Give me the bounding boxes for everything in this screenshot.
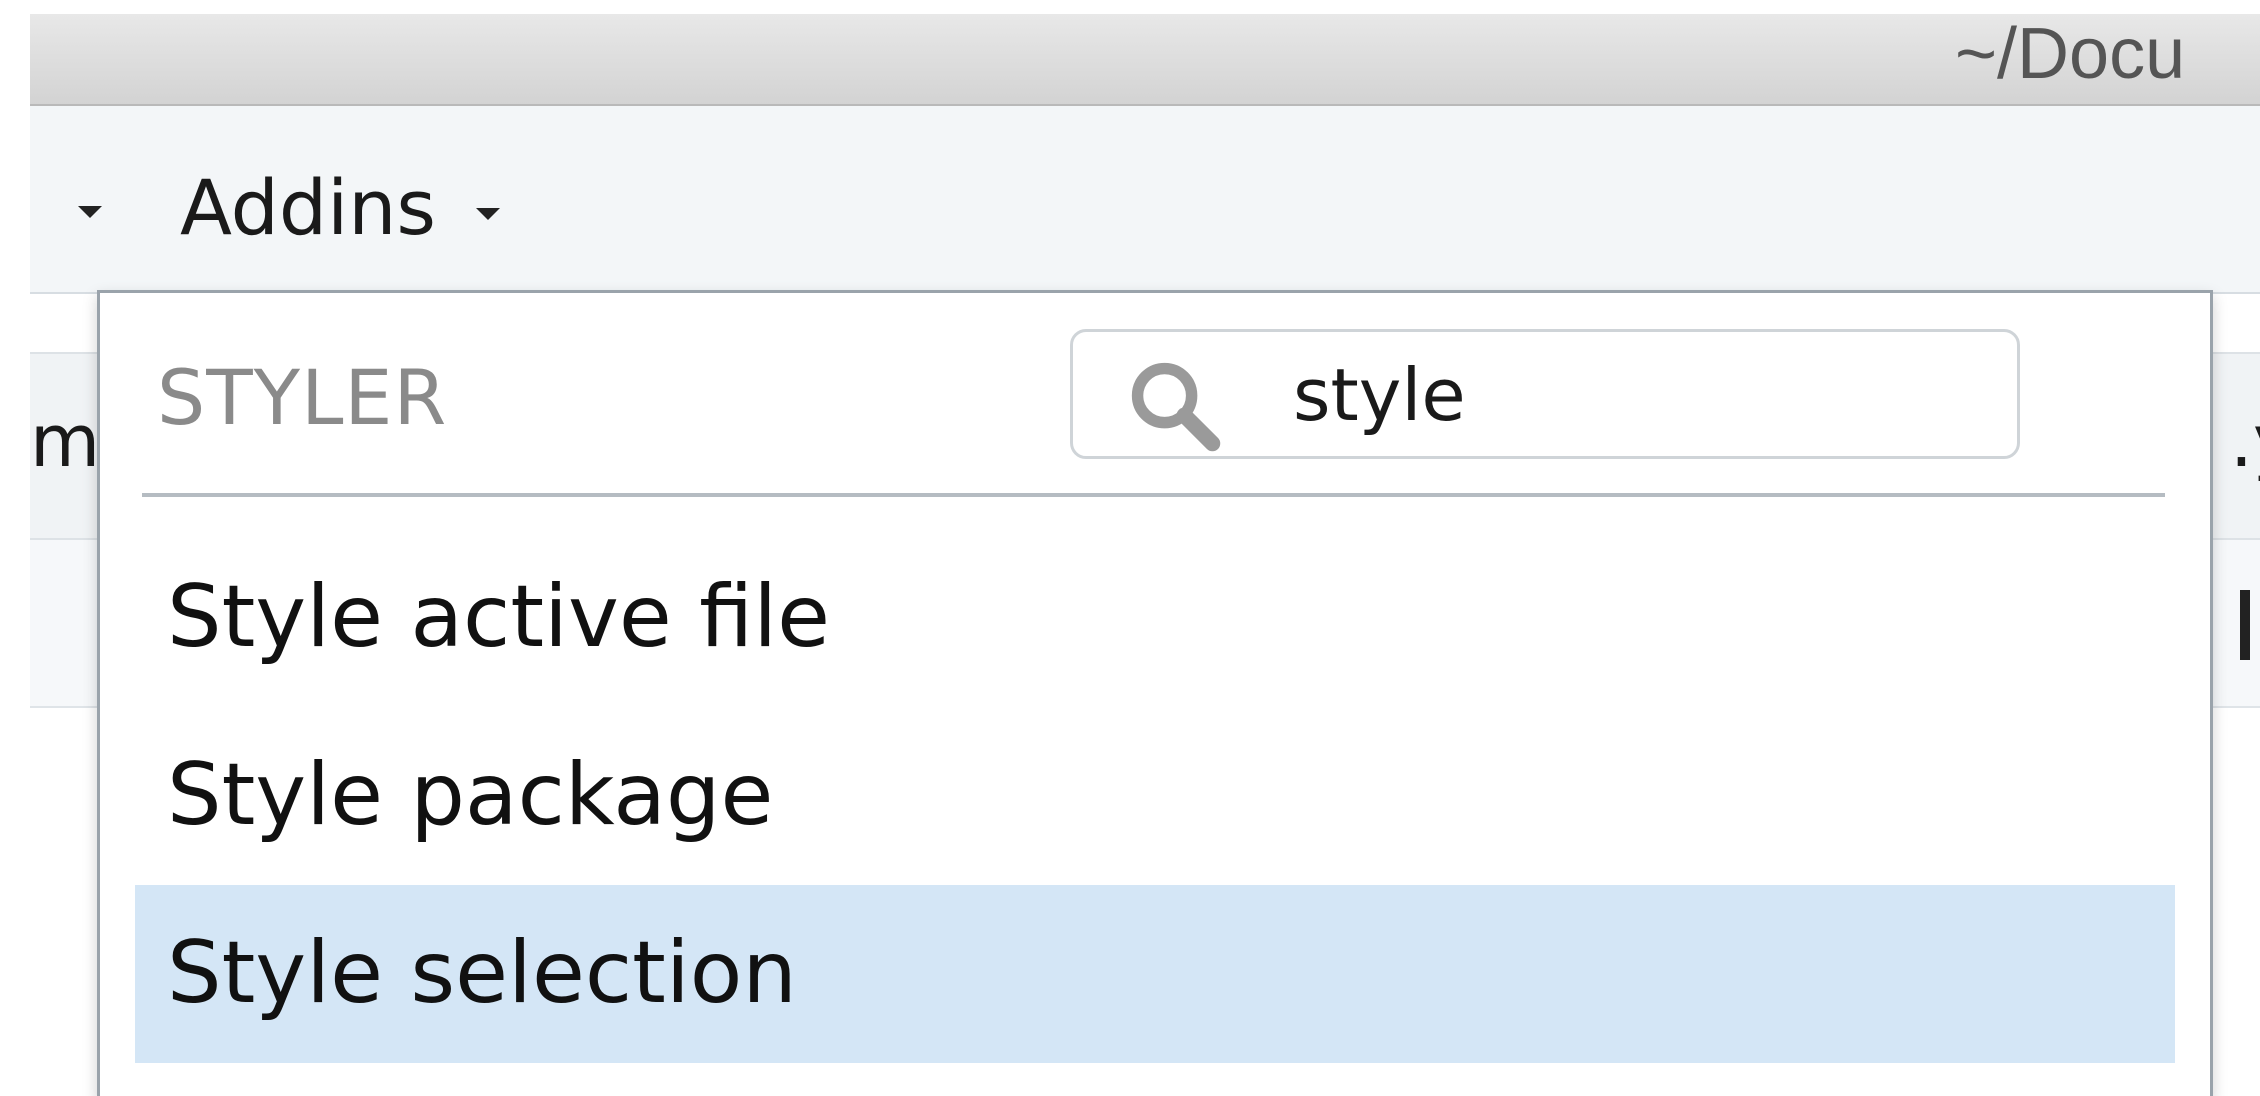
chevron-down-icon — [476, 208, 501, 220]
menu-group-header: STYLER — [157, 353, 448, 442]
menu-item-label: Style active file — [167, 567, 831, 667]
search-input[interactable] — [1293, 350, 1973, 440]
addins-label: Addins — [180, 163, 437, 252]
addins-dropdown-menu: STYLER Style active file Style package S… — [97, 290, 2213, 1096]
chevron-down-icon[interactable] — [78, 206, 102, 218]
addins-search-box[interactable] — [1070, 329, 2020, 459]
menu-item-label: Style package — [167, 745, 774, 845]
page-margin — [0, 0, 30, 1096]
menu-item-style-active-file[interactable]: Style active file — [135, 529, 2175, 707]
menu-item-style-package[interactable]: Style package — [135, 707, 2175, 885]
editor-tab-partial[interactable]: .y — [2230, 399, 2260, 483]
menu-item-label: Style selection — [167, 923, 797, 1023]
window-titlebar: ~/Docu — [30, 14, 2260, 106]
editor-tab-partial[interactable]: m — [30, 399, 100, 483]
menu-separator — [142, 493, 2165, 497]
window-title: ~/Docu — [1955, 14, 2186, 94]
menu-item-style-selection[interactable]: Style selection — [135, 885, 2175, 1063]
rstudio-window: ~/Docu Addins m .y STYLER Style active f… — [0, 0, 2260, 1096]
addins-menu-button[interactable]: Addins — [180, 158, 501, 258]
toolbar-glyph-partial — [2240, 590, 2250, 660]
main-toolbar: Addins — [30, 106, 2260, 294]
search-icon — [1131, 362, 1221, 452]
